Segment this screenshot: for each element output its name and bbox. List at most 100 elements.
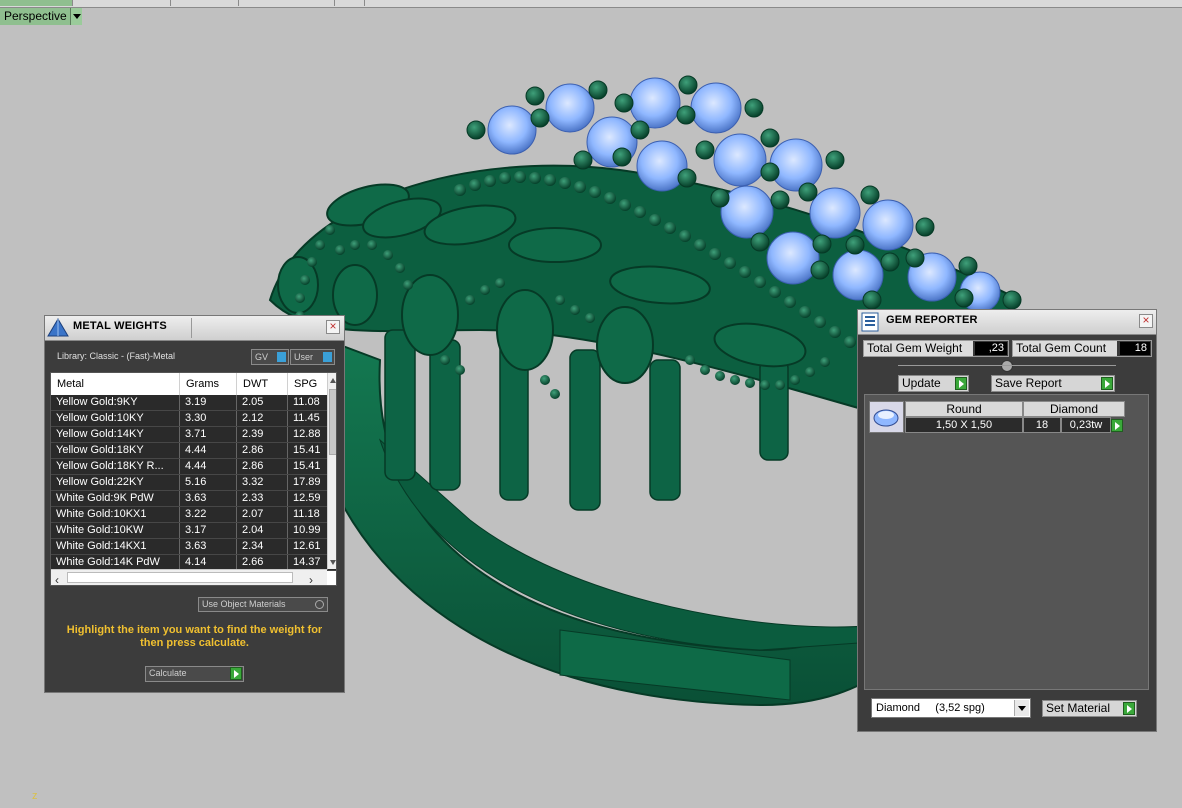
table-cell-metal: Yellow Gold:18KY R... (51, 459, 180, 474)
user-toggle[interactable]: User (290, 349, 335, 365)
axis-indicator-z: z (32, 790, 38, 802)
table-cell-grams: 3.63 (180, 491, 237, 506)
table-cell-metal: White Gold:9K PdW (51, 491, 180, 506)
material-select[interactable]: Diamond (3,52 spg) (871, 698, 1031, 718)
table-cell-grams: 3.63 (180, 539, 237, 554)
table-cell-metal: White Gold:14K PdW (51, 555, 180, 570)
table-cell-metal: Yellow Gold:9KY (51, 395, 180, 410)
table-row[interactable]: Yellow Gold:10KY 3.30 2.12 11.45 (51, 411, 336, 427)
pyramid-icon (47, 318, 69, 338)
table-cell-spg: 12.88 (288, 427, 328, 442)
gem-shape-header: Round (905, 401, 1023, 417)
column-header-spg[interactable]: SPG (288, 373, 328, 395)
chevron-down-icon[interactable] (1014, 700, 1029, 716)
close-icon[interactable]: × (1139, 314, 1153, 328)
scroll-down-icon[interactable] (330, 560, 336, 565)
scroll-left-icon[interactable]: ‹ (55, 573, 59, 585)
table-row[interactable]: White Gold:14KX1 3.63 2.34 12.61 (51, 539, 336, 555)
titlebar-divider (191, 318, 192, 338)
table-cell-dwt: 2.04 (237, 523, 288, 538)
table-row[interactable]: White Gold:10KX1 3.22 2.07 11.18 (51, 507, 336, 523)
total-gem-weight-label: Total Gem Weight (864, 341, 973, 356)
divider-line (898, 365, 1116, 366)
gem-row-arrow-icon[interactable] (1111, 419, 1123, 432)
table-row[interactable]: Yellow Gold:9KY 3.19 2.05 11.08 (51, 395, 336, 411)
table-cell-spg: 11.18 (288, 507, 328, 522)
total-gem-weight-field: Total Gem Weight ,23 (863, 340, 1009, 357)
table-row[interactable]: White Gold:10KW 3.17 2.04 10.99 (51, 523, 336, 539)
table-cell-metal: White Gold:10KW (51, 523, 180, 538)
table-row[interactable]: Yellow Gold:18KY 4.44 2.86 15.41 (51, 443, 336, 459)
scroll-thumb[interactable] (67, 572, 293, 583)
material-select-value: Diamond (3,52 spg) (876, 702, 985, 714)
update-label: Update (902, 376, 941, 390)
collapse-handle-icon[interactable] (1001, 360, 1013, 372)
use-object-materials-option[interactable]: Use Object Materials (198, 597, 328, 612)
play-arrow-icon (955, 377, 967, 390)
vertical-scrollbar[interactable] (327, 373, 336, 569)
table-cell-spg: 11.08 (288, 395, 328, 410)
toggle-knob-icon (277, 352, 286, 362)
table-cell-metal: Yellow Gold:22KY (51, 475, 180, 490)
table-cell-spg: 10.99 (288, 523, 328, 538)
gem-count-value: 18 (1023, 417, 1061, 433)
calculate-label: Calculate (149, 668, 187, 678)
table-row[interactable]: Yellow Gold:22KY 5.16 3.32 17.89 (51, 475, 336, 491)
gem-thumbnail-icon[interactable] (869, 401, 904, 433)
play-arrow-icon (1101, 377, 1113, 390)
table-cell-spg: 12.61 (288, 539, 328, 554)
update-button[interactable]: Update (898, 375, 969, 392)
set-material-label: Set Material (1046, 701, 1111, 715)
scroll-up-icon[interactable] (330, 378, 336, 383)
column-header-metal[interactable]: Metal (51, 373, 180, 395)
table-cell-dwt: 2.39 (237, 427, 288, 442)
instruction-text: Highlight the item you want to find the … (66, 624, 323, 649)
gem-reporter-title: GEM REPORTER (886, 314, 978, 326)
gem-weight-value: 0,23tw (1061, 417, 1111, 433)
table-cell-spg: 15.41 (288, 443, 328, 458)
gem-reporter-titlebar[interactable]: GEM REPORTER × (858, 310, 1156, 335)
toggle-knob-icon (323, 352, 332, 362)
table-row[interactable]: Yellow Gold:14KY 3.71 2.39 12.88 (51, 427, 336, 443)
horizontal-scrollbar[interactable]: ‹ › (51, 569, 327, 585)
table-cell-spg: 12.59 (288, 491, 328, 506)
user-toggle-label: User (294, 352, 314, 362)
play-arrow-icon (230, 667, 242, 680)
total-gem-count-label: Total Gem Count (1013, 341, 1117, 356)
total-gem-count-value: 18 (1120, 342, 1150, 355)
table-cell-grams: 3.19 (180, 395, 237, 410)
table-cell-metal: Yellow Gold:10KY (51, 411, 180, 426)
table-cell-dwt: 2.12 (237, 411, 288, 426)
gv-toggle[interactable]: GV (251, 349, 289, 365)
scroll-right-icon[interactable]: › (309, 573, 313, 585)
table-cell-grams: 4.44 (180, 443, 237, 458)
metal-weights-panel: METAL WEIGHTS × Library: Classic - (Fast… (44, 315, 345, 693)
table-cell-grams: 5.16 (180, 475, 237, 490)
table-row[interactable]: White Gold:9K PdW 3.63 2.33 12.59 (51, 491, 336, 507)
table-cell-dwt: 2.33 (237, 491, 288, 506)
calculate-button[interactable]: Calculate (145, 666, 244, 682)
set-material-button[interactable]: Set Material (1042, 700, 1137, 717)
table-cell-grams: 3.71 (180, 427, 237, 442)
column-header-grams[interactable]: Grams (180, 373, 237, 395)
use-object-materials-label: Use Object Materials (202, 599, 286, 609)
table-cell-dwt: 2.86 (237, 443, 288, 458)
save-report-label: Save Report (995, 376, 1062, 390)
table-cell-metal: Yellow Gold:18KY (51, 443, 180, 458)
table-cell-dwt: 3.32 (237, 475, 288, 490)
table-cell-dwt: 2.05 (237, 395, 288, 410)
radio-icon[interactable] (315, 600, 324, 609)
table-cell-grams: 3.17 (180, 523, 237, 538)
save-report-button[interactable]: Save Report (991, 375, 1115, 392)
gem-list: Round Diamond 1,50 X 1,50 18 0,23tw (864, 394, 1149, 690)
scroll-thumb[interactable] (329, 389, 336, 455)
table-cell-spg: 15.41 (288, 459, 328, 474)
table-cell-spg: 17.89 (288, 475, 328, 490)
column-header-dwt[interactable]: DWT (237, 373, 288, 395)
close-icon[interactable]: × (326, 320, 340, 334)
table-cell-dwt: 2.34 (237, 539, 288, 554)
metal-weights-titlebar[interactable]: METAL WEIGHTS × (45, 316, 344, 341)
table-cell-dwt: 2.66 (237, 555, 288, 570)
table-cell-grams: 3.30 (180, 411, 237, 426)
table-row[interactable]: Yellow Gold:18KY R... 4.44 2.86 15.41 (51, 459, 336, 475)
